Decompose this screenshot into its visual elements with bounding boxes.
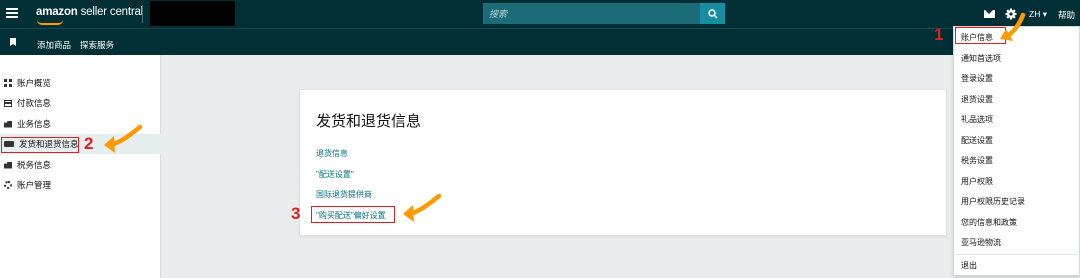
building-icon — [4, 120, 12, 128]
arrow-icon — [104, 124, 142, 153]
highlight-box-step-2 — [1, 137, 79, 153]
settings-sidebar: 账户概览 付款信息 业务信息 发货和退货信息 税务信息 账户管理 — [0, 55, 161, 278]
divider — [142, 5, 143, 23]
step-number-2: 2 — [84, 134, 94, 153]
top-navigation-bar: amazon seller central ZH ▾ 帮助 — [0, 0, 1080, 28]
menu-item-shipping-settings[interactable]: 配送设置 — [954, 130, 1080, 150]
arrow-icon — [403, 193, 441, 222]
bookmark-icon[interactable] — [10, 38, 16, 46]
menu-item-tax-settings[interactable]: 税务设置 — [954, 150, 1080, 170]
add-product-link[interactable]: 添加商品 — [37, 39, 71, 51]
hamburger-menu-icon[interactable] — [6, 8, 18, 18]
sidebar-item-label: 账户概览 — [17, 78, 52, 88]
sidebar-item-label: 税务信息 — [17, 160, 52, 170]
menu-item-your-info-and-policies[interactable]: 您的信息和政策 — [954, 212, 1080, 232]
sidebar-item-payment-info[interactable]: 付款信息 — [0, 93, 161, 113]
shipping-settings-link[interactable]: "配送设置" — [316, 169, 354, 180]
menu-item-sign-out[interactable]: 退出 — [954, 255, 1080, 275]
logo-smile-icon — [37, 20, 63, 25]
help-link[interactable]: 帮助 — [1058, 9, 1075, 21]
search-button[interactable] — [700, 3, 725, 24]
logo-light-text: seller central — [80, 6, 144, 18]
menu-item-return-settings[interactable]: 退货设置 — [954, 89, 1080, 109]
settings-dropdown-menu: 账户信息 通知首选项 登录设置 退货设置 礼品选项 配送设置 税务设置 用户权限… — [953, 26, 1080, 276]
amazon-seller-central-logo[interactable]: amazon seller central — [36, 6, 143, 18]
store-selector[interactable] — [150, 1, 235, 26]
menu-item-user-permissions[interactable]: 用户权限 — [954, 171, 1080, 191]
building-icon — [4, 161, 12, 169]
language-selector[interactable]: ZH ▾ — [1029, 9, 1047, 20]
menu-item-user-permission-history[interactable]: 用户权限历史记录 — [954, 191, 1080, 211]
secondary-navigation-bar: 添加商品 探索服务 — [0, 28, 1080, 55]
sidebar-item-label: 业务信息 — [17, 119, 52, 129]
returns-info-link[interactable]: 退货信息 — [316, 148, 348, 159]
sidebar-item-label: 账户管理 — [17, 180, 52, 190]
page-title: 发货和退货信息 — [316, 113, 422, 130]
explore-services-link[interactable]: 探索服务 — [80, 39, 114, 51]
grid-icon — [4, 79, 12, 87]
sidebar-item-account-management[interactable]: 账户管理 — [0, 175, 161, 195]
menu-item-gift-options[interactable]: 礼品选项 — [954, 109, 1080, 129]
menu-item-login-settings[interactable]: 登录设置 — [954, 68, 1080, 88]
logo-bold-text: amazon — [36, 6, 78, 18]
mail-icon[interactable] — [984, 10, 995, 18]
menu-item-notification-preferences[interactable]: 通知首选项 — [954, 48, 1080, 68]
shipping-returns-card: 发货和退货信息 退货信息 "配送设置" 国际退货提供商 "购买配送"偏好设置 — [299, 89, 947, 236]
arrow-icon — [1000, 12, 1026, 41]
sidebar-item-account-overview[interactable]: 账户概览 — [0, 73, 161, 93]
step-number-1: 1 — [934, 25, 944, 44]
step-number-3: 3 — [291, 204, 301, 223]
search-bar — [483, 3, 725, 24]
card-icon — [4, 99, 12, 107]
search-icon — [707, 8, 718, 19]
gear-icon — [4, 181, 12, 189]
sidebar-item-tax-info[interactable]: 税务信息 — [0, 155, 161, 175]
search-input[interactable] — [483, 3, 700, 24]
menu-item-fulfillment-by-amazon[interactable]: 亚马逊物流 — [954, 232, 1080, 252]
highlight-box-step-3 — [311, 206, 395, 223]
sidebar-item-label: 付款信息 — [17, 98, 52, 108]
international-returns-provider-link[interactable]: 国际退货提供商 — [316, 189, 372, 200]
